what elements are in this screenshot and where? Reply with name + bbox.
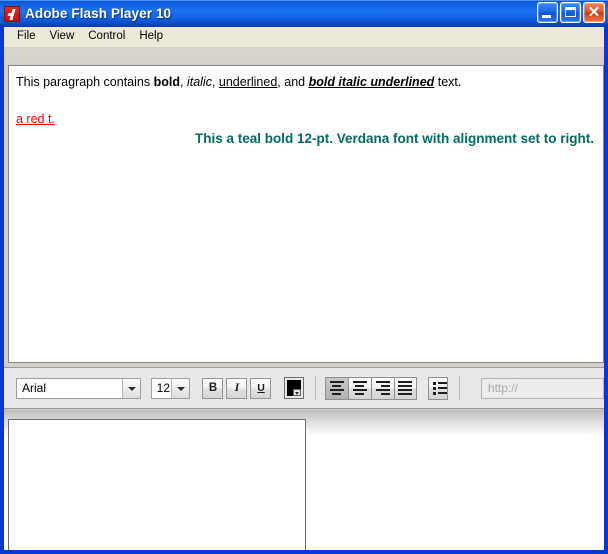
bottom-preview-box[interactable] [8,419,306,550]
minimize-button[interactable] [537,2,558,23]
menu-bar: File View Control Help [4,27,604,47]
maximize-button[interactable] [560,2,581,23]
menu-item-control[interactable]: Control [81,29,132,44]
menu-item-view[interactable]: View [43,29,82,44]
paragraph-sep2: , [211,75,219,89]
formatted-paragraph: This paragraph contains bold, italic, un… [16,74,596,91]
paragraph-prefix: This paragraph contains [16,75,154,89]
top-strip [4,47,604,63]
align-left-button[interactable] [324,376,348,400]
bullet-list-icon [432,381,447,385]
flash-player-window: Adobe Flash Player 10 ✕ File View Contro… [0,0,608,554]
menu-item-help[interactable]: Help [132,29,170,44]
teal-aligned-text: This a teal bold 12-pt. Verdana font wit… [194,131,594,146]
italic-button[interactable]: I [226,377,248,399]
window-title: Adobe Flash Player 10 [25,6,172,21]
font-size-select[interactable]: 12 [150,377,191,399]
paragraph-bold-italic-underlined: bold italic underlined [308,75,435,89]
font-size-value: 12 [156,381,171,395]
text-color-button[interactable] [284,377,304,399]
align-left-icon [329,381,344,383]
close-button[interactable]: ✕ [583,2,605,23]
url-input[interactable]: http:// [480,377,604,399]
paragraph-italic: italic [186,75,212,89]
chevron-down-icon[interactable] [292,389,301,396]
toolbar-divider [459,376,460,400]
chevron-down-icon[interactable] [121,378,140,398]
align-right-icon [375,381,390,383]
align-justify-icon [398,381,413,383]
bullet-list-button[interactable] [427,376,449,400]
paragraph-sep3: , and [277,75,309,89]
bold-button[interactable]: B [202,377,224,399]
align-center-icon [352,381,367,383]
title-bar[interactable]: Adobe Flash Player 10 ✕ [0,0,608,27]
alignment-buttons [324,376,417,400]
font-family-select[interactable]: Arial [16,377,141,399]
paragraph-suffix: text. [434,75,462,89]
paragraph-sep1: , [179,75,187,89]
text-style-buttons: B I U [202,377,274,399]
font-family-value: Arial [22,381,47,395]
bottom-area [4,410,604,550]
close-icon: ✕ [587,4,601,21]
client-area: This paragraph contains bold, italic, un… [4,47,604,550]
rich-text-canvas[interactable]: This paragraph contains bold, italic, un… [8,65,604,363]
window-controls: ✕ [537,2,605,23]
red-link-text[interactable]: a red t. [16,111,596,127]
toolbar-divider [314,376,316,400]
paragraph-bold: bold [153,75,180,89]
menu-item-file[interactable]: File [10,29,43,44]
align-center-button[interactable] [347,376,371,400]
align-justify-button[interactable] [393,376,417,400]
chevron-down-icon[interactable] [171,378,190,398]
formatting-toolbar: Arial 12 B I U http:// [4,367,604,409]
flash-icon [4,5,20,22]
paragraph-underlined: underlined [218,75,278,89]
underline-button[interactable]: U [250,377,272,399]
align-right-button[interactable] [370,376,394,400]
